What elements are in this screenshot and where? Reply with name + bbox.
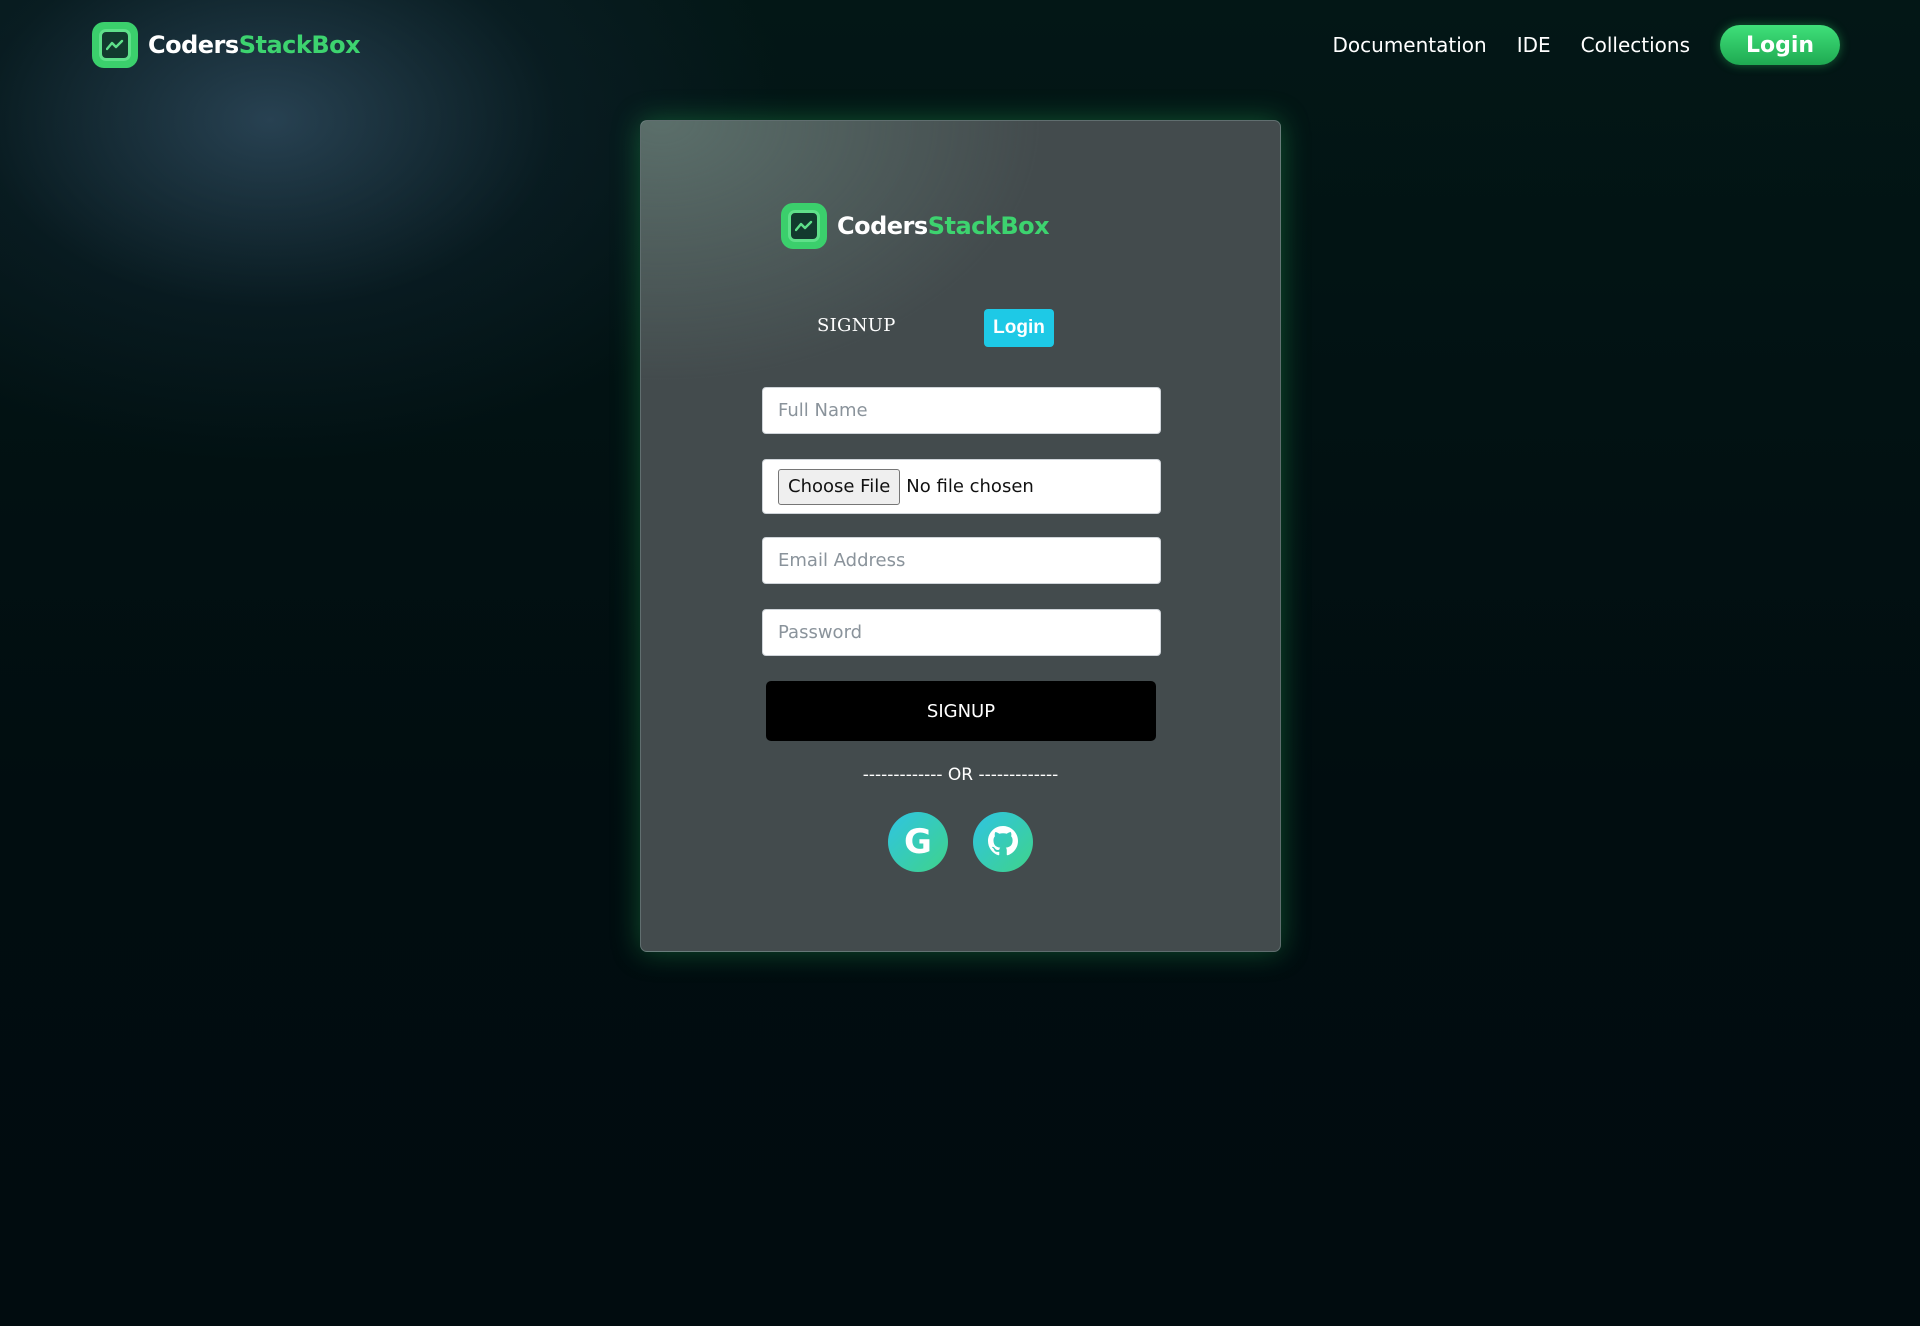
- nav-login-button[interactable]: Login: [1720, 25, 1840, 65]
- nav-link-documentation[interactable]: Documentation: [1333, 33, 1487, 57]
- brand-name-part1: Coders: [837, 212, 928, 240]
- site-brand[interactable]: CodersStackBox: [92, 22, 361, 68]
- or-divider: ------------- OR -------------: [862, 765, 1059, 785]
- logo-icon: [92, 22, 138, 68]
- password-input[interactable]: [762, 609, 1161, 656]
- full-name-input[interactable]: [762, 387, 1161, 434]
- logo-icon: [781, 203, 827, 249]
- email-input[interactable]: [762, 537, 1161, 584]
- github-icon: [988, 825, 1018, 859]
- tab-login[interactable]: Login: [984, 309, 1054, 347]
- signup-card: CodersStackBox SIGNUP Login Choose File …: [640, 120, 1281, 952]
- github-signin-button[interactable]: [973, 812, 1033, 872]
- brand-name-part2: StackBox: [238, 31, 361, 59]
- nav-link-ide[interactable]: IDE: [1517, 33, 1551, 57]
- google-signin-button[interactable]: G: [888, 812, 948, 872]
- top-navbar: CodersStackBox Documentation IDE Collect…: [0, 0, 1920, 90]
- avatar-file-input[interactable]: Choose File No file chosen: [762, 459, 1161, 514]
- nav-links: Documentation IDE Collections Login: [1333, 24, 1920, 66]
- brand-name-part2: StackBox: [927, 212, 1050, 240]
- tab-signup[interactable]: SIGNUP: [817, 315, 896, 336]
- google-icon: G: [904, 822, 932, 862]
- brand-name-part1: Coders: [148, 31, 239, 59]
- nav-link-collections[interactable]: Collections: [1581, 33, 1690, 57]
- file-status-text: No file chosen: [906, 476, 1034, 497]
- card-brand: CodersStackBox: [781, 203, 1050, 249]
- brand-name: CodersStackBox: [148, 31, 361, 59]
- choose-file-button[interactable]: Choose File: [778, 468, 901, 505]
- brand-name: CodersStackBox: [837, 212, 1050, 240]
- auth-tabs: SIGNUP Login: [641, 309, 1280, 355]
- signup-submit-button[interactable]: SIGNUP: [766, 681, 1156, 741]
